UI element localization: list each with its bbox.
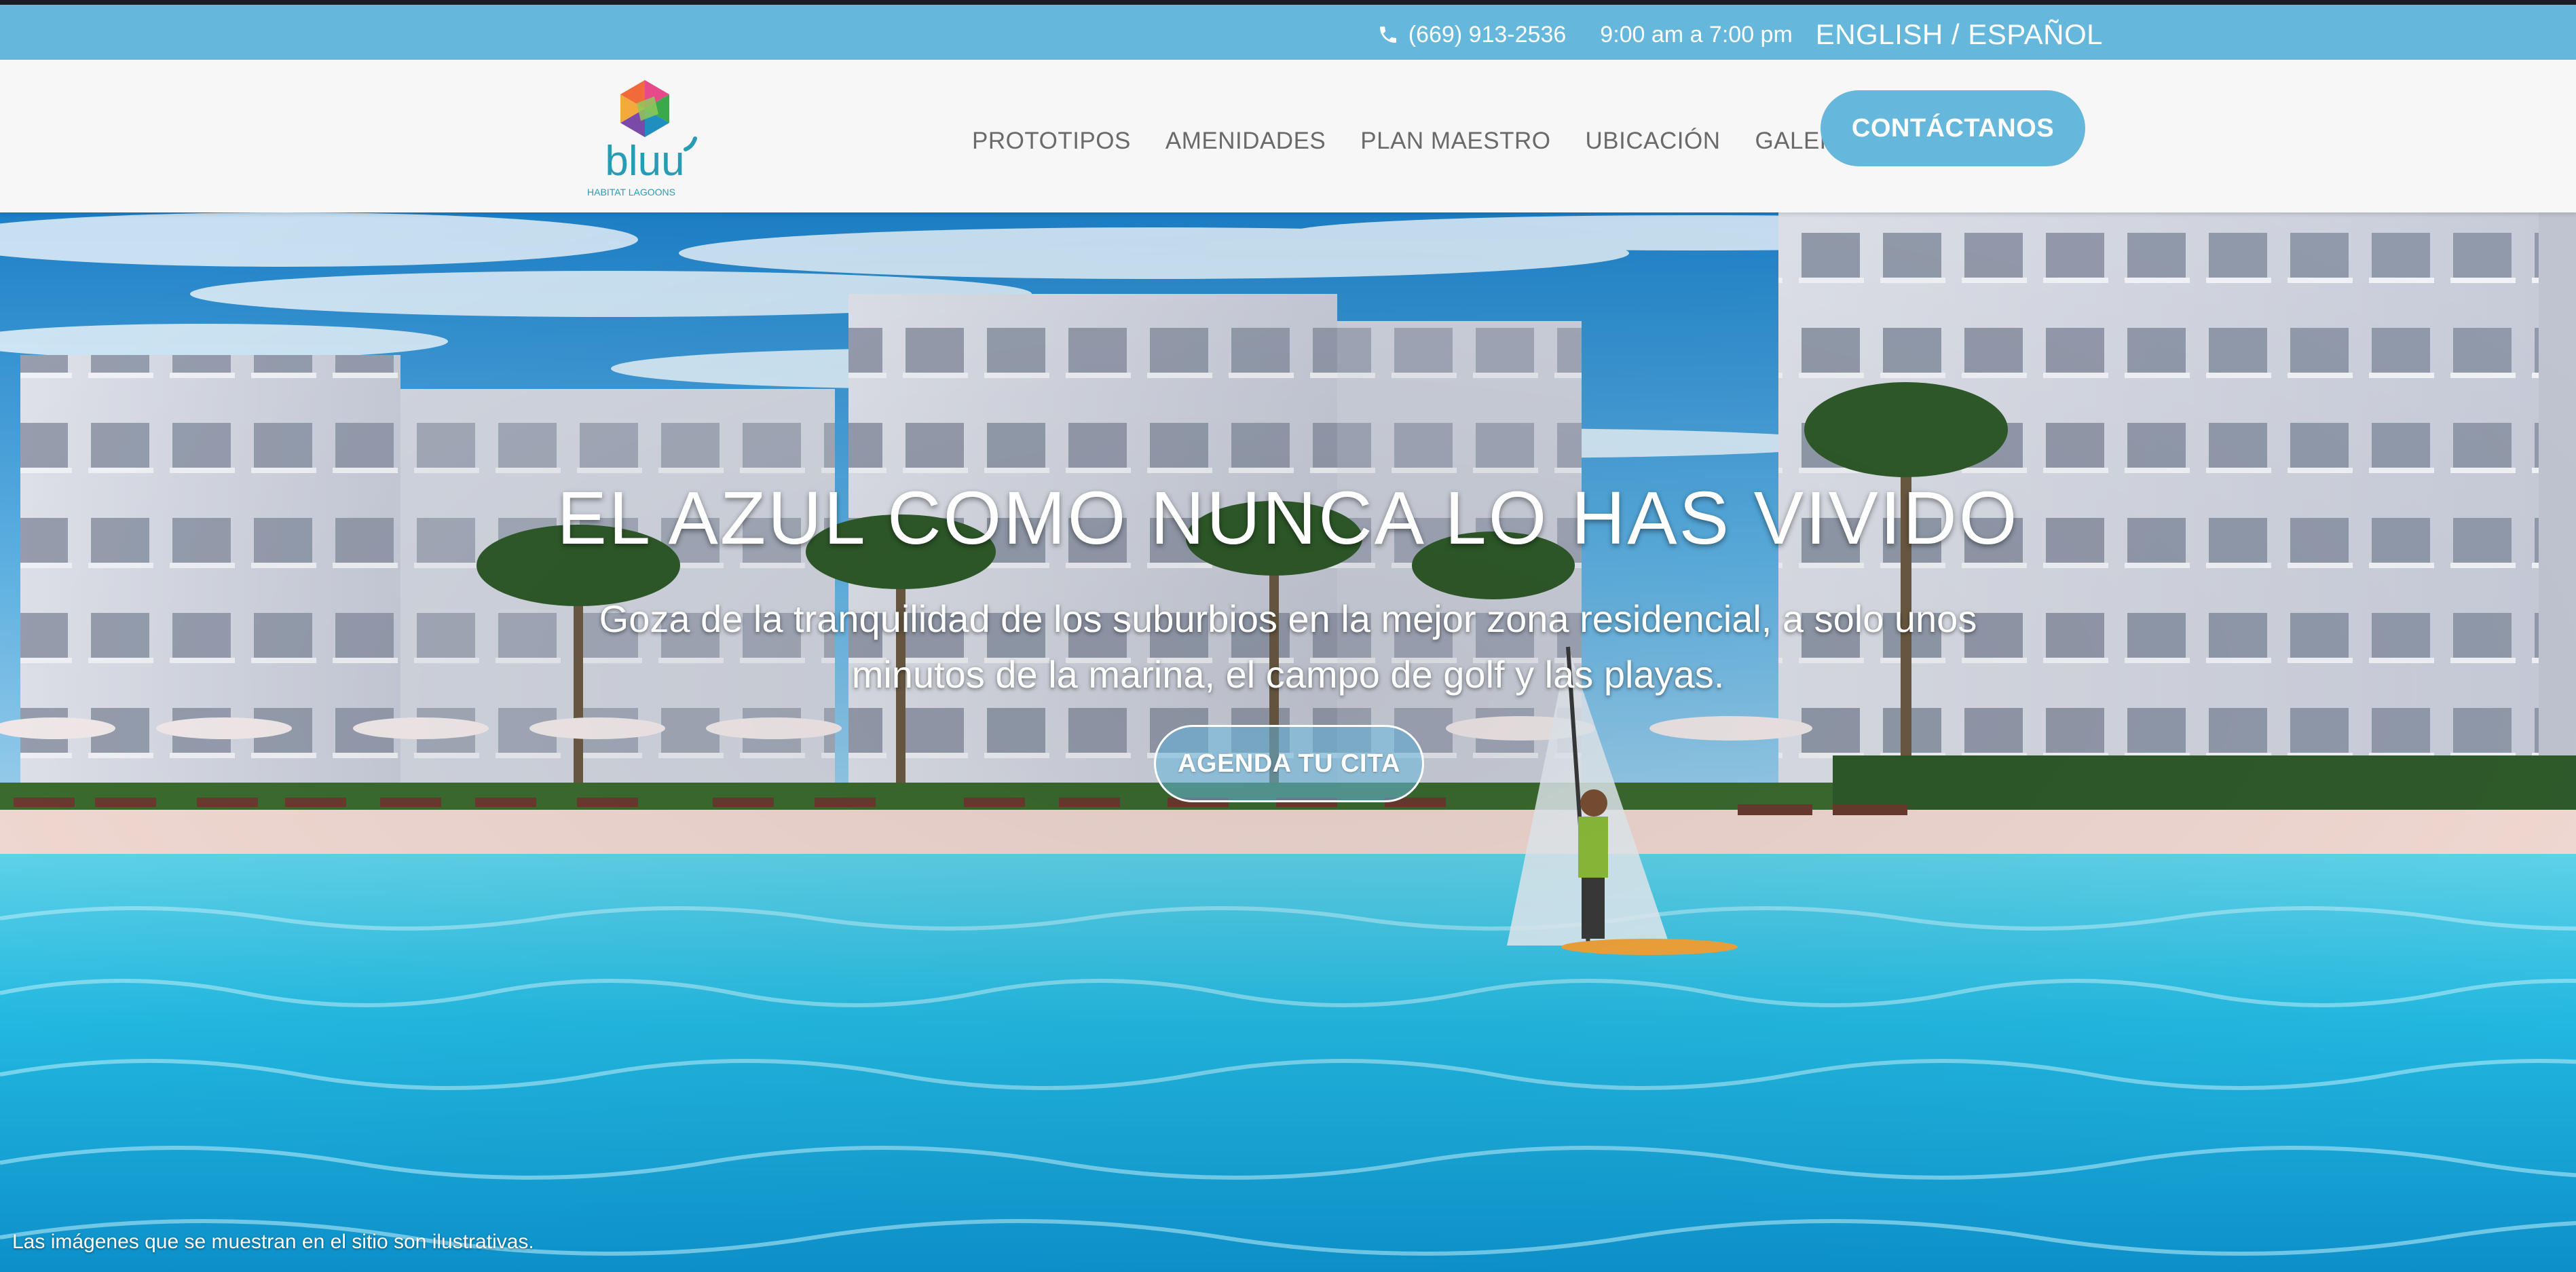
hero-title: EL AZUL COMO NUNCA LO HAS VIVIDO [557,476,2019,560]
bluu-logo[interactable]: bluu HABITAT LAGOONS [577,73,713,199]
nav-ubicacion[interactable]: UBICACIÓN [1586,118,1721,155]
lang-english-link[interactable]: ENGLISH [1816,18,1943,50]
schedule-appointment-button[interactable]: AGENDA TU CITA [1154,725,1424,802]
language-switcher: ENGLISH / ESPAÑOL [1816,18,2103,51]
nav-amenidades[interactable]: AMENIDADES [1165,118,1326,155]
phone-contact[interactable]: (669) 913-2536 [1377,21,1567,48]
hero-subtitle: Goza de la tranquilidad de los suburbios… [599,597,1977,696]
top-info-bar: (669) 913-2536 9:00 am a 7:00 pm ENGLISH… [0,0,2576,60]
phone-icon [1377,24,1399,45]
main-nav: PROTOTIPOS AMENIDADES PLAN MAESTRO UBICA… [972,60,1895,212]
site-header: bluu HABITAT LAGOONS PROTOTIPOS AMENIDAD… [0,60,2576,212]
top-info-bar-content: (669) 913-2536 9:00 am a 7:00 pm ENGLISH… [1377,10,2103,60]
lang-spanish-link[interactable]: ESPAÑOL [1968,18,2103,50]
contact-button[interactable]: CONTÁCTANOS [1821,90,2085,166]
svg-text:bluu: bluu [605,138,684,185]
nav-prototipos[interactable]: PROTOTIPOS [972,118,1131,155]
business-hours: 9:00 am a 7:00 pm [1600,21,1793,48]
nav-plan-maestro[interactable]: PLAN MAESTRO [1360,118,1550,155]
image-disclaimer: Las imágenes que se muestran en el sitio… [12,1231,534,1253]
phone-number: (669) 913-2536 [1408,21,1567,48]
lang-separator: / [1943,18,1968,50]
logo-tagline: HABITAT LAGOONS [587,187,675,198]
hero-section: EL AZUL COMO NUNCA LO HAS VIVIDO Goza de… [0,212,2576,1272]
